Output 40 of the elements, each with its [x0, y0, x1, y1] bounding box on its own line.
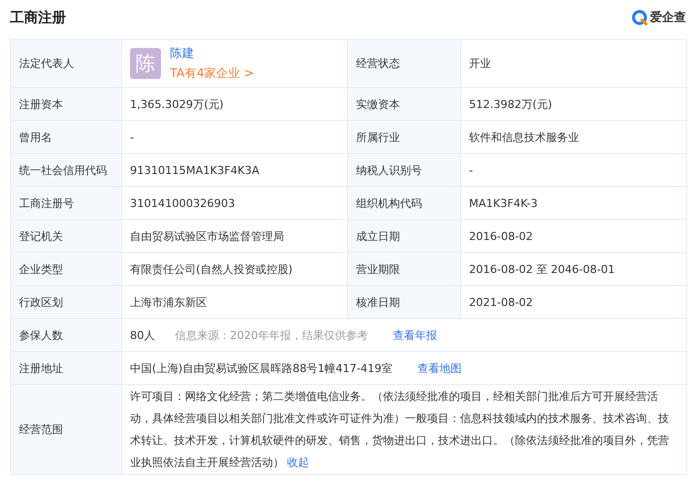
view-link[interactable]: 查看年报	[393, 328, 437, 342]
field-label: 经营范围	[11, 385, 122, 475]
field-value: -	[461, 154, 687, 187]
field-label: 行政区划	[11, 286, 122, 319]
view-link[interactable]: 查看地图	[418, 360, 462, 376]
field-label: 经营状态	[348, 40, 461, 88]
field-label: 工商注册号	[11, 187, 122, 220]
companies-link[interactable]: TA有4家企业 >	[170, 65, 254, 82]
avatar: 陈	[130, 48, 161, 79]
field-label: 组织机构代码	[348, 187, 461, 220]
field-label: 注册资本	[11, 88, 122, 121]
field-label: 曾用名	[11, 121, 122, 154]
field-label: 注册地址	[11, 352, 122, 385]
field-value: 80人	[130, 328, 155, 342]
field-label: 登记机关	[11, 220, 122, 253]
field-value: 2016-08-02 至 2046-08-01	[461, 253, 687, 286]
field-value: 2021-08-02	[461, 286, 687, 319]
field-value: 软件和信息技术服务业	[461, 121, 687, 154]
field-label: 成立日期	[348, 220, 461, 253]
magnifier-logo-icon	[632, 10, 648, 26]
business-scope-text: 许可项目：网络文化经营；第二类增值电信业务。（依法须经批准的项目，经相关部门批准后方可开展经营活动，具体经营项目以相关部门批准文件或许可证件为准）一般项目：信息科技领域内的技术服务、技术咨询、技术转让、技术开发，计算机软硬件的研发、销售，货物进出口，技术进出口。（除依法须经批准的项目外，凭营业执照依法自主开展经营活动） 收起	[130, 388, 670, 470]
field-label: 参保人数	[11, 319, 122, 352]
field-label: 核准日期	[348, 286, 461, 319]
collapse-link[interactable]: 收起	[287, 456, 309, 468]
field-label: 法定代表人	[11, 40, 122, 88]
field-value: 中国(上海)自由贸易试验区晨晖路88号1幢417-419室	[130, 360, 393, 376]
field-label: 统一社会信用代码	[11, 154, 122, 187]
field-value: MA1K3F4K-3	[461, 187, 687, 220]
person-link[interactable]: 陈建	[170, 45, 254, 62]
brand-name: 爱企查	[650, 9, 686, 26]
field-label: 企业类型	[11, 253, 122, 286]
field-label: 营业期限	[348, 253, 461, 286]
source-note: 信息来源：2020年年报，结果仅供参考	[175, 328, 368, 342]
field-label: 所属行业	[348, 121, 461, 154]
field-value: 512.3982万(元)	[461, 88, 687, 121]
field-value: 2016-08-02	[461, 220, 687, 253]
section-title: 工商注册	[10, 8, 66, 26]
field-value: 开业	[461, 40, 687, 88]
field-label: 纳税人识别号	[348, 154, 461, 187]
field-label: 实缴资本	[348, 88, 461, 121]
